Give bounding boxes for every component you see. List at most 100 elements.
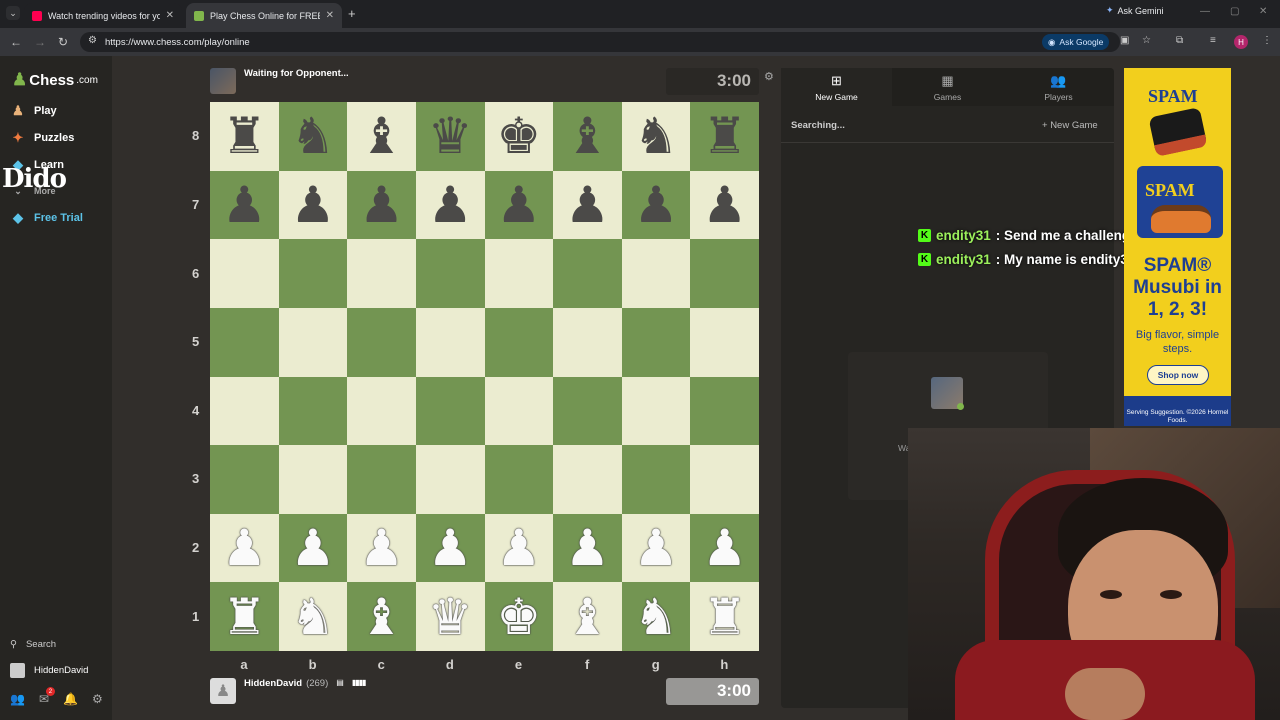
square-h7[interactable]: ♟ bbox=[690, 170, 759, 240]
square-g4[interactable] bbox=[621, 376, 691, 446]
square-e8[interactable]: ♚ bbox=[484, 102, 554, 171]
black-queen-icon[interactable]: ♛ bbox=[428, 111, 473, 161]
square-b7[interactable]: ♟ bbox=[278, 170, 348, 240]
square-b3[interactable] bbox=[278, 445, 348, 514]
tab-players[interactable]: 👥 Players bbox=[1003, 68, 1114, 106]
square-h1[interactable]: ♜ bbox=[690, 582, 759, 651]
square-a2[interactable]: ♟ bbox=[210, 513, 279, 583]
square-d3[interactable] bbox=[415, 445, 485, 514]
square-d2[interactable]: ♟ bbox=[415, 513, 485, 583]
square-h5[interactable] bbox=[690, 307, 759, 377]
square-b5[interactable] bbox=[278, 307, 348, 377]
square-e3[interactable] bbox=[484, 445, 554, 514]
white-pawn-icon[interactable]: ♟ bbox=[359, 523, 404, 573]
sidebar-item-free-trial[interactable]: ◆ Free Trial bbox=[10, 210, 83, 226]
square-a8[interactable]: ♜ bbox=[210, 102, 279, 171]
close-window-icon[interactable]: ✕ bbox=[1259, 6, 1267, 17]
extensions-icon[interactable]: ⧉ bbox=[1176, 35, 1183, 46]
square-c2[interactable]: ♟ bbox=[347, 513, 416, 583]
square-d8[interactable]: ♛ bbox=[415, 102, 485, 171]
tab-new-game[interactable]: ⊞ New Game bbox=[781, 68, 892, 106]
square-f7[interactable]: ♟ bbox=[553, 170, 622, 240]
ask-google-button[interactable]: ◉ Ask Google bbox=[1042, 34, 1110, 50]
square-g3[interactable] bbox=[621, 445, 691, 514]
bell-icon[interactable]: 🔔 bbox=[63, 692, 78, 706]
square-d1[interactable]: ♛ bbox=[415, 582, 485, 651]
tab-search-chevron-icon[interactable]: ⌄ bbox=[6, 6, 20, 20]
new-game-link[interactable]: + New Game bbox=[1042, 120, 1098, 131]
white-bishop-icon[interactable]: ♝ bbox=[359, 592, 404, 642]
square-e4[interactable] bbox=[484, 376, 554, 446]
square-c1[interactable]: ♝ bbox=[347, 582, 416, 651]
chess-board[interactable]: ♜ ♞ ♝ ♛ ♚ ♝ ♞ ♜ ♟ ♟ ♟ ♟ ♟ ♟ ♟ ♟ ♟ ♟ ♟ ♟ ♟ ♟ ♟ ♟ ♜ ♞ ♝ ♛ ♚ ♝ ♞ ♜ bbox=[210, 102, 759, 651]
black-king-icon[interactable]: ♚ bbox=[496, 111, 541, 161]
profile-avatar[interactable]: H bbox=[1234, 35, 1248, 49]
white-pawn-icon[interactable]: ♟ bbox=[565, 523, 610, 573]
square-e1[interactable]: ♚ bbox=[484, 582, 554, 651]
square-d6[interactable] bbox=[415, 239, 485, 308]
square-b1[interactable]: ♞ bbox=[278, 582, 348, 651]
square-a4[interactable] bbox=[210, 376, 279, 446]
square-h8[interactable]: ♜ bbox=[690, 102, 759, 171]
close-tab-icon[interactable]: ✕ bbox=[326, 10, 334, 21]
square-b4[interactable] bbox=[278, 376, 348, 446]
square-a1[interactable]: ♜ bbox=[210, 582, 279, 651]
square-h6[interactable] bbox=[690, 239, 759, 308]
forward-icon[interactable]: → bbox=[34, 35, 46, 49]
square-e7[interactable]: ♟ bbox=[484, 170, 554, 240]
square-f3[interactable] bbox=[553, 445, 622, 514]
white-rook-icon[interactable]: ♜ bbox=[222, 592, 267, 642]
black-pawn-icon[interactable]: ♟ bbox=[222, 180, 267, 230]
square-f4[interactable] bbox=[553, 376, 622, 446]
square-f5[interactable] bbox=[553, 307, 622, 377]
black-bishop-icon[interactable]: ♝ bbox=[565, 111, 610, 161]
square-c8[interactable]: ♝ bbox=[347, 102, 416, 171]
maximize-icon[interactable]: ▢ bbox=[1230, 6, 1239, 17]
square-d5[interactable] bbox=[415, 307, 485, 377]
white-pawn-icon[interactable]: ♟ bbox=[634, 523, 679, 573]
square-d4[interactable] bbox=[415, 376, 485, 446]
cast-icon[interactable]: ▣ bbox=[1120, 35, 1129, 46]
settings-gear-icon[interactable]: ⚙ bbox=[92, 692, 103, 706]
square-e5[interactable] bbox=[484, 307, 554, 377]
square-a7[interactable]: ♟ bbox=[210, 170, 279, 240]
black-knight-icon[interactable]: ♞ bbox=[291, 111, 336, 161]
reload-icon[interactable]: ↻ bbox=[58, 35, 68, 49]
mail-icon[interactable]: ✉ 2 bbox=[39, 687, 55, 706]
tab-games[interactable]: ▦ Games bbox=[892, 68, 1003, 106]
white-rook-icon[interactable]: ♜ bbox=[702, 592, 747, 642]
square-f8[interactable]: ♝ bbox=[553, 102, 622, 171]
square-h2[interactable]: ♟ bbox=[690, 513, 759, 583]
black-rook-icon[interactable]: ♜ bbox=[702, 111, 747, 161]
square-f6[interactable] bbox=[553, 239, 622, 308]
minimize-icon[interactable]: — bbox=[1200, 6, 1210, 17]
square-c5[interactable] bbox=[347, 307, 416, 377]
sidebar-item-puzzles[interactable]: ✦ Puzzles bbox=[10, 130, 75, 146]
square-a3[interactable] bbox=[210, 445, 279, 514]
bookmark-star-icon[interactable]: ☆ bbox=[1142, 35, 1151, 46]
site-info-icon[interactable]: ⚙ bbox=[88, 35, 97, 46]
back-icon[interactable]: ← bbox=[10, 35, 22, 49]
white-bishop-icon[interactable]: ♝ bbox=[565, 592, 610, 642]
white-pawn-icon[interactable]: ♟ bbox=[428, 523, 473, 573]
reading-list-icon[interactable]: ≡ bbox=[1210, 35, 1216, 46]
square-a6[interactable] bbox=[210, 239, 279, 308]
square-h4[interactable] bbox=[690, 376, 759, 446]
black-pawn-icon[interactable]: ♟ bbox=[428, 180, 473, 230]
url-text[interactable]: https://www.chess.com/play/online bbox=[105, 37, 250, 48]
square-b2[interactable]: ♟ bbox=[278, 513, 348, 583]
chess-logo[interactable]: ♟ Chess .com bbox=[12, 70, 98, 90]
black-pawn-icon[interactable]: ♟ bbox=[634, 180, 679, 230]
square-e2[interactable]: ♟ bbox=[484, 513, 554, 583]
white-knight-icon[interactable]: ♞ bbox=[634, 592, 679, 642]
white-king-icon[interactable]: ♚ bbox=[496, 592, 541, 642]
square-c7[interactable]: ♟ bbox=[347, 170, 416, 240]
square-b8[interactable]: ♞ bbox=[278, 102, 348, 171]
square-d7[interactable]: ♟ bbox=[415, 170, 485, 240]
square-g8[interactable]: ♞ bbox=[621, 102, 691, 171]
square-g2[interactable]: ♟ bbox=[621, 513, 691, 583]
sidebar-search[interactable]: ⚲ Search bbox=[10, 639, 56, 650]
square-g1[interactable]: ♞ bbox=[621, 582, 691, 651]
white-pawn-icon[interactable]: ♟ bbox=[702, 523, 747, 573]
black-pawn-icon[interactable]: ♟ bbox=[359, 180, 404, 230]
